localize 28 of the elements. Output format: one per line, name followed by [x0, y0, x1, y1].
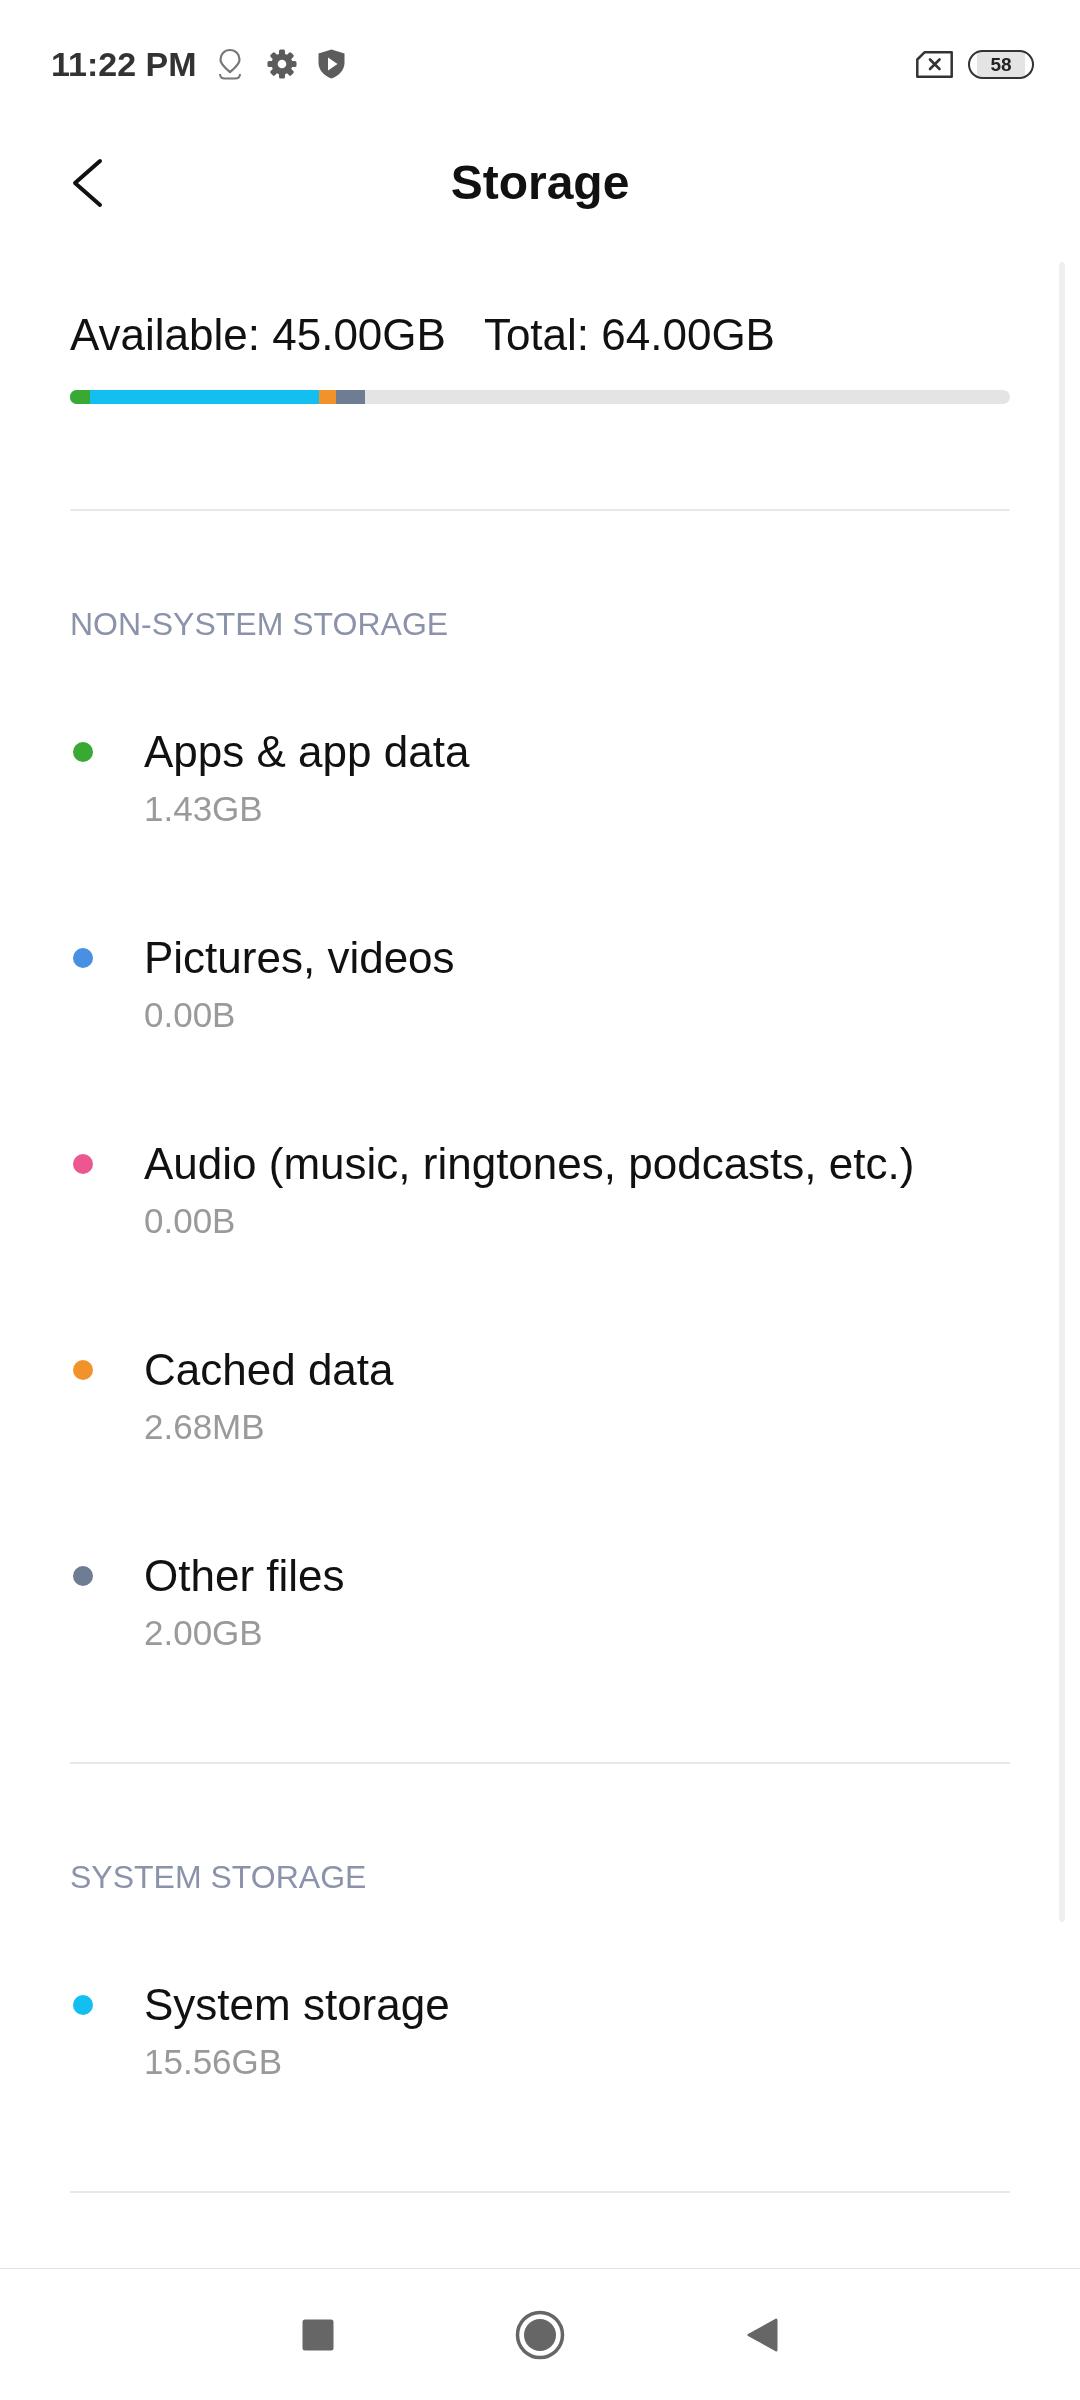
battery-indicator: 58: [968, 49, 1034, 79]
square-icon: [302, 2318, 334, 2351]
category-size: 2.68MB: [144, 1406, 265, 1448]
page-title: Storage: [450, 155, 630, 211]
back-button[interactable]: [70, 158, 104, 208]
sim-card-x-icon: [916, 50, 953, 78]
category-name: Apps & app data: [144, 726, 470, 778]
home-icon: [515, 2309, 565, 2360]
category-size: 15.56GB: [144, 2041, 283, 2083]
settings-icon: [266, 49, 297, 79]
section-header: SYSTEM STORAGE: [70, 1858, 367, 1897]
shield-icon: [317, 49, 345, 79]
category-name: System storage: [144, 1979, 450, 2031]
category-size: 2.00GB: [144, 1612, 263, 1654]
category-size: 0.00B: [144, 1200, 236, 1242]
category-size: 1.43GB: [144, 788, 263, 830]
category-name: Pictures, videos: [144, 932, 455, 984]
triangle-icon: [746, 2316, 778, 2353]
category-name: Other files: [144, 1550, 345, 1602]
location-pin-icon: [216, 48, 243, 80]
category-name: Cached data: [144, 1344, 394, 1396]
back-icon: [70, 158, 104, 208]
category-name: Audio (music, ringtones, podcasts, etc.): [144, 1138, 915, 1190]
section-header: NON-SYSTEM STORAGE: [70, 605, 449, 644]
status-time: 11:22 PM: [51, 44, 197, 84]
category-size: 0.00B: [144, 994, 236, 1036]
available-space-text: Available: 45.00GB: [70, 309, 446, 361]
total-space-text: Total: 64.00GB: [483, 309, 775, 361]
